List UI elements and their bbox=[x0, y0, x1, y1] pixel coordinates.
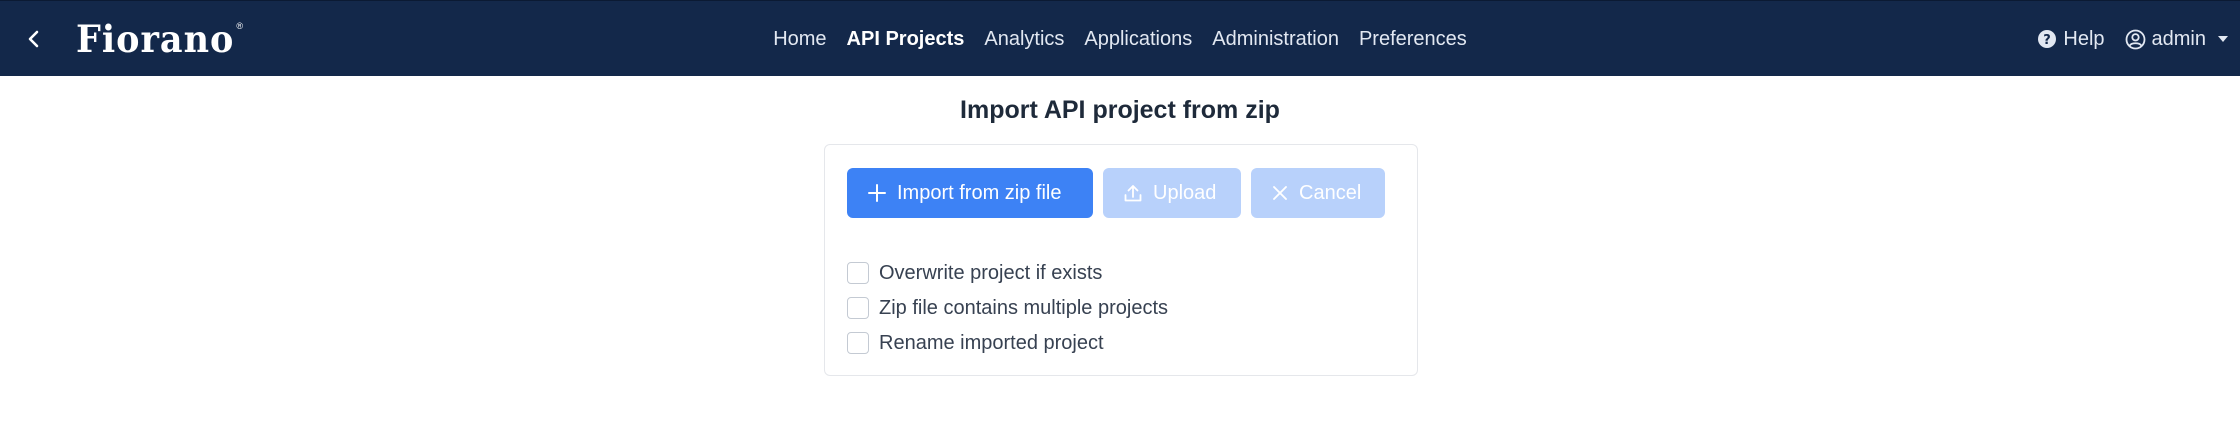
fiorano-logo[interactable]: Fiorano ® bbox=[76, 19, 243, 59]
nav-home[interactable]: Home bbox=[773, 22, 826, 57]
option-overwrite[interactable]: Overwrite project if exists bbox=[847, 260, 1168, 286]
rename-checkbox[interactable] bbox=[847, 332, 869, 354]
question-circle-icon: ? bbox=[2038, 30, 2057, 48]
close-icon bbox=[1273, 186, 1287, 200]
user-label: admin bbox=[2151, 27, 2206, 50]
option-multiple-projects[interactable]: Zip file contains multiple projects bbox=[847, 295, 1168, 321]
overwrite-label: Overwrite project if exists bbox=[879, 261, 1103, 284]
caret-down-icon bbox=[2218, 36, 2228, 42]
import-options: Overwrite project if exists Zip file con… bbox=[847, 260, 1168, 356]
top-navbar: Fiorano ® Home API Projects Analytics Ap… bbox=[0, 0, 2240, 76]
help-link[interactable]: ? Help bbox=[2037, 27, 2105, 51]
upload-button[interactable]: Upload bbox=[1103, 168, 1241, 218]
svg-text:?: ? bbox=[2044, 33, 2052, 48]
user-dropdown[interactable]: admin bbox=[2125, 28, 2228, 51]
help-label: Help bbox=[2063, 27, 2105, 50]
nav-preferences[interactable]: Preferences bbox=[1359, 22, 1467, 57]
nav-administration[interactable]: Administration bbox=[1212, 22, 1339, 57]
nav-analytics[interactable]: Analytics bbox=[984, 22, 1064, 57]
user-circle-icon bbox=[2125, 29, 2145, 49]
cancel-button[interactable]: Cancel bbox=[1251, 168, 1385, 218]
main-nav: Home API Projects Analytics Applications… bbox=[0, 1, 2240, 77]
nav-api-projects[interactable]: API Projects bbox=[847, 22, 965, 57]
import-card: Import from zip file Upload Cancel Overw… bbox=[824, 144, 1418, 376]
user-menu-area: ? Help admin bbox=[2037, 1, 2228, 77]
import-button-label: Import from zip file bbox=[897, 181, 1062, 204]
rename-label: Rename imported project bbox=[879, 331, 1104, 354]
page-title: Import API project from zip bbox=[960, 96, 1280, 124]
upload-icon bbox=[1124, 185, 1142, 202]
chevron-left-icon bbox=[28, 30, 39, 48]
overwrite-checkbox[interactable] bbox=[847, 262, 869, 284]
upload-button-label: Upload bbox=[1153, 181, 1217, 204]
multiple-projects-label: Zip file contains multiple projects bbox=[879, 296, 1169, 319]
nav-applications[interactable]: Applications bbox=[1084, 22, 1192, 57]
logo-text: Fiorano bbox=[76, 16, 235, 62]
multiple-projects-checkbox[interactable] bbox=[847, 297, 869, 319]
action-buttons: Import from zip file Upload Cancel bbox=[847, 168, 1385, 218]
cancel-button-label: Cancel bbox=[1299, 181, 1362, 204]
back-button[interactable] bbox=[16, 21, 52, 57]
option-rename[interactable]: Rename imported project bbox=[847, 330, 1168, 356]
plus-icon bbox=[868, 184, 886, 202]
registered-mark: ® bbox=[236, 21, 244, 31]
import-from-zip-button[interactable]: Import from zip file bbox=[847, 168, 1093, 218]
